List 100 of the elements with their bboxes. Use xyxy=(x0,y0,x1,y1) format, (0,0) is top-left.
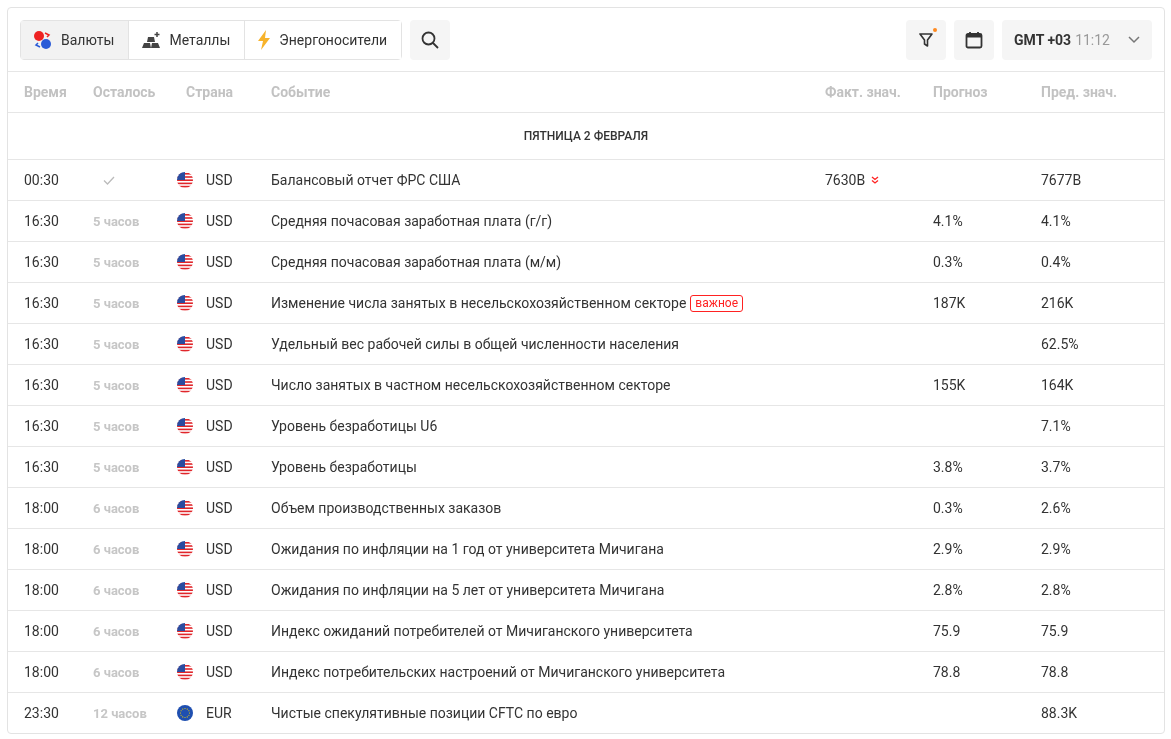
event-name[interactable]: Индекс потребительских настроений от Мичиганского университета xyxy=(271,664,726,680)
time-remaining: 5 часов xyxy=(93,336,141,352)
us-flag-icon xyxy=(177,459,193,475)
previous-value: 2.8% xyxy=(1041,582,1072,598)
forecast-value: 75.9 xyxy=(933,623,962,639)
previous-value: 78.8 xyxy=(1041,664,1070,680)
time-cell-text: 18:00 xyxy=(24,623,60,639)
previous-value: 7677B xyxy=(1041,172,1083,188)
forecast-value: 3.8% xyxy=(933,459,964,475)
event-name[interactable]: Удельный вес рабочей силы в общей численности населения xyxy=(271,336,679,352)
previous-value: 75.9 xyxy=(1041,623,1070,639)
previous-value: 164K xyxy=(1041,377,1075,393)
event-name[interactable]: Объем производственных заказов xyxy=(271,500,502,516)
time-remaining: 6 часов xyxy=(93,582,141,598)
time-remaining: 6 часов xyxy=(93,623,141,639)
column-header: Факт. знач. xyxy=(825,84,902,100)
time-remaining: 12 часов xyxy=(93,705,148,721)
us-flag-icon xyxy=(177,418,193,434)
time-cell-text: 16:30 xyxy=(24,377,60,393)
chevron-down-icon xyxy=(1128,35,1140,44)
previous-value: 3.7% xyxy=(1041,459,1072,475)
previous-value: 88.3K xyxy=(1041,705,1079,721)
ingot-stack-icon xyxy=(141,30,162,49)
time-remaining: 5 часов xyxy=(93,254,141,270)
time-cell-text: 18:00 xyxy=(24,541,60,557)
column-header: Пред. знач. xyxy=(1041,84,1119,100)
previous-value: 216K xyxy=(1041,295,1075,311)
event-name[interactable]: Ожидания по инфляции на 1 год от университета Мичигана xyxy=(271,541,664,557)
column-header: Осталось xyxy=(93,84,157,100)
time-cell-text: 16:30 xyxy=(24,213,60,229)
event-name[interactable]: Средняя почасовая заработная плата (м/м) xyxy=(271,254,562,270)
forecast-value: 2.8% xyxy=(933,582,964,598)
us-flag-icon xyxy=(177,664,193,680)
event-name[interactable]: Средняя почасовая заработная плата (г/г) xyxy=(271,213,553,229)
currency-code: USD xyxy=(206,172,233,188)
currency-code: USD xyxy=(206,377,233,393)
forecast-value: 78.8 xyxy=(933,664,962,680)
time-remaining: 5 часов xyxy=(93,213,141,229)
time-remaining: 6 часов xyxy=(93,500,141,516)
time-cell-text: 18:00 xyxy=(24,582,60,598)
time-cell-text: 18:00 xyxy=(24,664,60,680)
time-remaining: 5 часов xyxy=(93,295,141,311)
time-cell-text: 00:30 xyxy=(24,172,60,188)
event-name[interactable]: Число занятых в частном несельскохозяйственном секторе xyxy=(271,377,671,393)
us-flag-icon xyxy=(177,254,193,270)
time-cell-text: 16:30 xyxy=(24,336,60,352)
currency-code: USD xyxy=(206,623,233,639)
us-flag-icon xyxy=(177,336,193,352)
forecast-value: 155K xyxy=(933,377,967,393)
forecast-value: 4.1% xyxy=(933,213,964,229)
time-remaining: 5 часов xyxy=(93,418,141,434)
time-remaining: 5 часов xyxy=(93,377,141,393)
actual-value: 7630B xyxy=(825,172,866,188)
column-header: Событие xyxy=(271,84,332,100)
us-flag-icon xyxy=(177,213,193,229)
previous-value: 62.5% xyxy=(1041,336,1080,352)
event-name[interactable]: Чистые спекулятивные позиции CFTC по евро xyxy=(271,705,578,721)
filter-button[interactable] xyxy=(906,19,947,60)
time-remaining: 5 часов xyxy=(93,459,141,475)
lightning-icon xyxy=(257,29,272,50)
calendar-button[interactable] xyxy=(954,19,995,60)
calendar-icon xyxy=(965,30,984,49)
forecast-value: 0.3% xyxy=(933,254,964,270)
us-flag-icon xyxy=(177,623,193,639)
category-tab[interactable]: Валюты xyxy=(21,20,130,59)
timezone-dropdown[interactable]: GMT +03 11:12 xyxy=(1002,19,1152,60)
event-name[interactable]: Уровень безработицы U6 xyxy=(271,418,438,434)
currency-code: USD xyxy=(206,541,233,557)
event-name[interactable]: Индекс ожиданий потребителей от Мичиганского университета xyxy=(271,623,693,639)
us-flag-icon xyxy=(177,500,193,516)
search-button[interactable] xyxy=(410,19,451,60)
previous-value: 7.1% xyxy=(1041,418,1072,434)
time-remaining: 6 часов xyxy=(93,541,141,557)
forecast-value: 2.9% xyxy=(933,541,964,557)
date-header: ПЯТНИЦА 2 ФЕВРАЛЯ xyxy=(523,129,649,143)
currency-code: USD xyxy=(206,336,233,352)
filter-icon xyxy=(919,32,934,47)
time-remaining: 6 часов xyxy=(93,664,141,680)
us-flag-icon xyxy=(177,541,193,557)
currency-code: USD xyxy=(206,582,233,598)
currency-code: USD xyxy=(206,418,233,434)
previous-value: 2.9% xyxy=(1041,541,1072,557)
time-cell-text: 16:30 xyxy=(24,295,60,311)
event-name[interactable]: Ожидания по инфляции на 5 лет от университета Мичигана xyxy=(271,582,665,598)
us-flag-icon xyxy=(177,582,193,598)
previous-value: 4.1% xyxy=(1041,213,1072,229)
us-flag-icon xyxy=(177,377,193,393)
event-name[interactable]: Балансовый отчет ФРС США xyxy=(271,172,461,188)
search-icon xyxy=(421,30,440,49)
event-name[interactable]: Уровень безработицы xyxy=(271,459,417,475)
importance-badge: важное xyxy=(690,294,744,312)
us-flag-icon xyxy=(177,295,193,311)
previous-value: 2.6% xyxy=(1041,500,1072,516)
column-header: Страна xyxy=(185,84,235,100)
currency-code: USD xyxy=(206,664,233,680)
time-cell-text: 23:30 xyxy=(24,705,60,721)
forecast-value: 187K xyxy=(933,295,967,311)
time-cell-text: 16:30 xyxy=(24,418,60,434)
time-cell-text: 16:30 xyxy=(24,459,60,475)
event-name[interactable]: Изменение числа занятых в несельскохозяйственном секторе xyxy=(271,295,687,311)
